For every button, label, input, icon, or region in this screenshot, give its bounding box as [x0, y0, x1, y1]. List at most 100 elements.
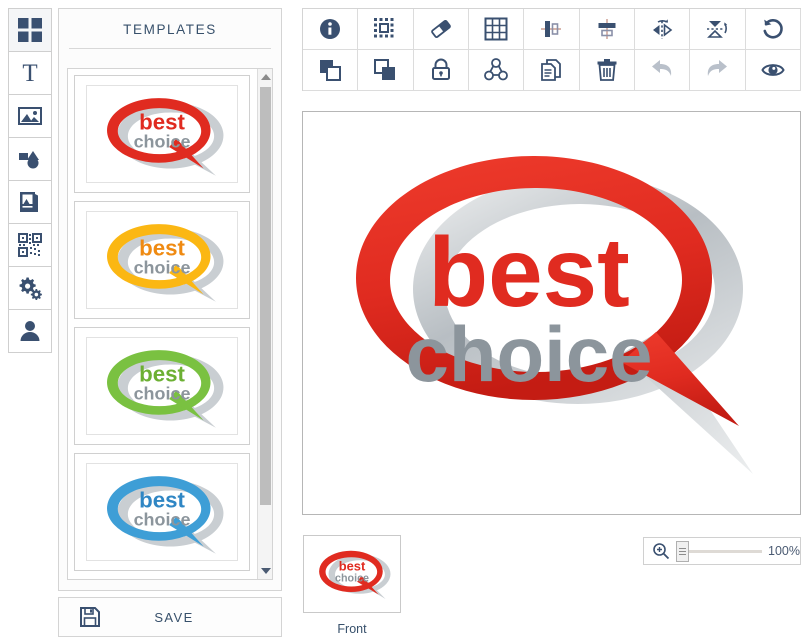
grip-line: [679, 548, 686, 549]
undo-arrow-icon: [650, 58, 674, 82]
artwork-text-choice: choice: [405, 310, 652, 398]
copy-pages-icon: [539, 58, 563, 82]
send-to-back-icon: [373, 58, 397, 82]
toolbar-button-select-area[interactable]: [358, 9, 414, 50]
rotate-reset-icon: [761, 17, 785, 41]
tool-rail: T: [8, 8, 52, 353]
rail-item-text[interactable]: T: [8, 51, 52, 95]
svg-text:best: best: [139, 362, 185, 387]
redo-arrow-icon: [705, 58, 729, 82]
toolbar-button-preview[interactable]: [745, 50, 801, 91]
template-item-yellow[interactable]: best choice: [74, 201, 250, 319]
scroll-up-button[interactable]: [258, 69, 272, 85]
toolbar-button-bring-to-front[interactable]: [303, 50, 359, 91]
rail-item-settings[interactable]: [8, 266, 52, 310]
toolbar-button-align-horizontal[interactable]: [579, 9, 635, 50]
svg-text:choice: choice: [134, 258, 191, 278]
rail-item-shapes[interactable]: [8, 137, 52, 181]
person-icon: [17, 318, 43, 344]
svg-text:T: T: [22, 60, 37, 86]
text-icon: T: [17, 60, 43, 86]
zoom-slider-handle[interactable]: [676, 541, 689, 562]
best-choice-logo-red: best choice: [107, 98, 224, 176]
zoom-slider-track: [680, 550, 762, 553]
svg-text:choice: choice: [134, 132, 191, 152]
rail-item-account[interactable]: [8, 309, 52, 353]
scrollbar-thumb[interactable]: [260, 87, 271, 505]
align-vertical-icon: [539, 17, 563, 41]
flip-vertical-icon: [705, 17, 729, 41]
best-choice-logo-yellow: best choice: [107, 224, 224, 302]
templates-list: best choice best choice best choice best…: [68, 69, 258, 579]
templates-scrollbar[interactable]: [257, 69, 272, 579]
toolbar-button-align-vertical[interactable]: [524, 9, 580, 50]
svg-text:best: best: [139, 110, 185, 135]
svg-text:choice: choice: [335, 573, 369, 585]
zoom-control: 100%: [643, 537, 801, 565]
gears-icon: [17, 275, 43, 301]
image-icon: [17, 103, 43, 129]
template-item-blue[interactable]: best choice: [74, 453, 250, 571]
page-thumbnail-label: Front: [337, 622, 367, 636]
floppy-disk-icon: [79, 606, 101, 628]
rail-item-image[interactable]: [8, 94, 52, 138]
templates-panel: TEMPLATES best choice best choice best c…: [58, 8, 282, 591]
rail-item-qr-code[interactable]: [8, 223, 52, 267]
rail-item-templates[interactable]: [8, 8, 52, 52]
zoom-slider[interactable]: [676, 541, 762, 562]
toolbar-button-undo[interactable]: [634, 50, 691, 91]
template-item-red[interactable]: best choice: [74, 75, 250, 193]
svg-text:best: best: [139, 236, 185, 261]
lock-icon: [429, 58, 453, 82]
toolbar: [302, 8, 801, 91]
template-thumb: best choice: [86, 211, 238, 309]
toolbar-button-eraser[interactable]: [413, 9, 469, 50]
qr-code-icon: [17, 232, 43, 258]
toolbar-button-duplicate[interactable]: [524, 50, 580, 91]
templates-panel-title: TEMPLATES: [123, 22, 217, 37]
template-item-green[interactable]: best choice: [74, 327, 250, 445]
grip-line: [679, 551, 686, 552]
template-thumb: best choice: [86, 337, 238, 435]
rail-item-gallery[interactable]: [8, 180, 52, 224]
bring-to-front-icon: [318, 58, 342, 82]
toolbar-button-info[interactable]: [303, 9, 359, 50]
grid-icon: [484, 17, 508, 41]
zoom-value-label: 100%: [768, 544, 800, 558]
svg-text:best: best: [139, 488, 185, 513]
toolbar-button-flip-horizontal[interactable]: [634, 9, 691, 50]
toolbar-button-redo[interactable]: [690, 50, 746, 91]
svg-text:best: best: [339, 559, 366, 574]
info-icon: [318, 17, 342, 41]
toolbar-button-group[interactable]: [468, 50, 525, 91]
flip-horizontal-icon: [650, 17, 674, 41]
toolbar-button-reset-rotation[interactable]: [745, 9, 801, 50]
eraser-icon: [429, 17, 453, 41]
save-button-label: SAVE: [154, 609, 194, 625]
align-horizontal-icon: [595, 17, 619, 41]
canvas-artwork-best-choice[interactable]: best choice: [321, 126, 783, 504]
page-thumbnail-front[interactable]: best choice: [303, 535, 401, 613]
divider: [69, 48, 271, 49]
save-button[interactable]: SAVE: [58, 597, 282, 637]
page-thumbnail-group: best choice Front: [303, 535, 401, 636]
eye-icon: [761, 58, 785, 82]
template-thumb: best choice: [86, 85, 238, 183]
toolbar-button-send-to-back[interactable]: [358, 50, 414, 91]
best-choice-logo-blue: best choice: [107, 476, 224, 554]
group-icon: [484, 58, 509, 82]
toolbar-button-grid[interactable]: [468, 9, 525, 50]
toolbar-button-delete[interactable]: [579, 50, 635, 91]
template-thumb: best choice: [86, 463, 238, 561]
canvas-area[interactable]: best choice: [302, 111, 801, 515]
toolbar-button-flip-vertical[interactable]: [690, 9, 746, 50]
toolbar-button-lock[interactable]: [413, 50, 469, 91]
grid-squares-icon: [17, 17, 43, 43]
triangle-down-icon: [260, 568, 271, 574]
svg-text:choice: choice: [134, 510, 191, 530]
svg-text:choice: choice: [134, 384, 191, 404]
zoom-in-icon[interactable]: [652, 542, 670, 560]
scroll-down-button[interactable]: [258, 563, 272, 579]
templates-scroll-container: best choice best choice best choice best…: [67, 68, 273, 580]
shapes-icon: [17, 146, 43, 172]
